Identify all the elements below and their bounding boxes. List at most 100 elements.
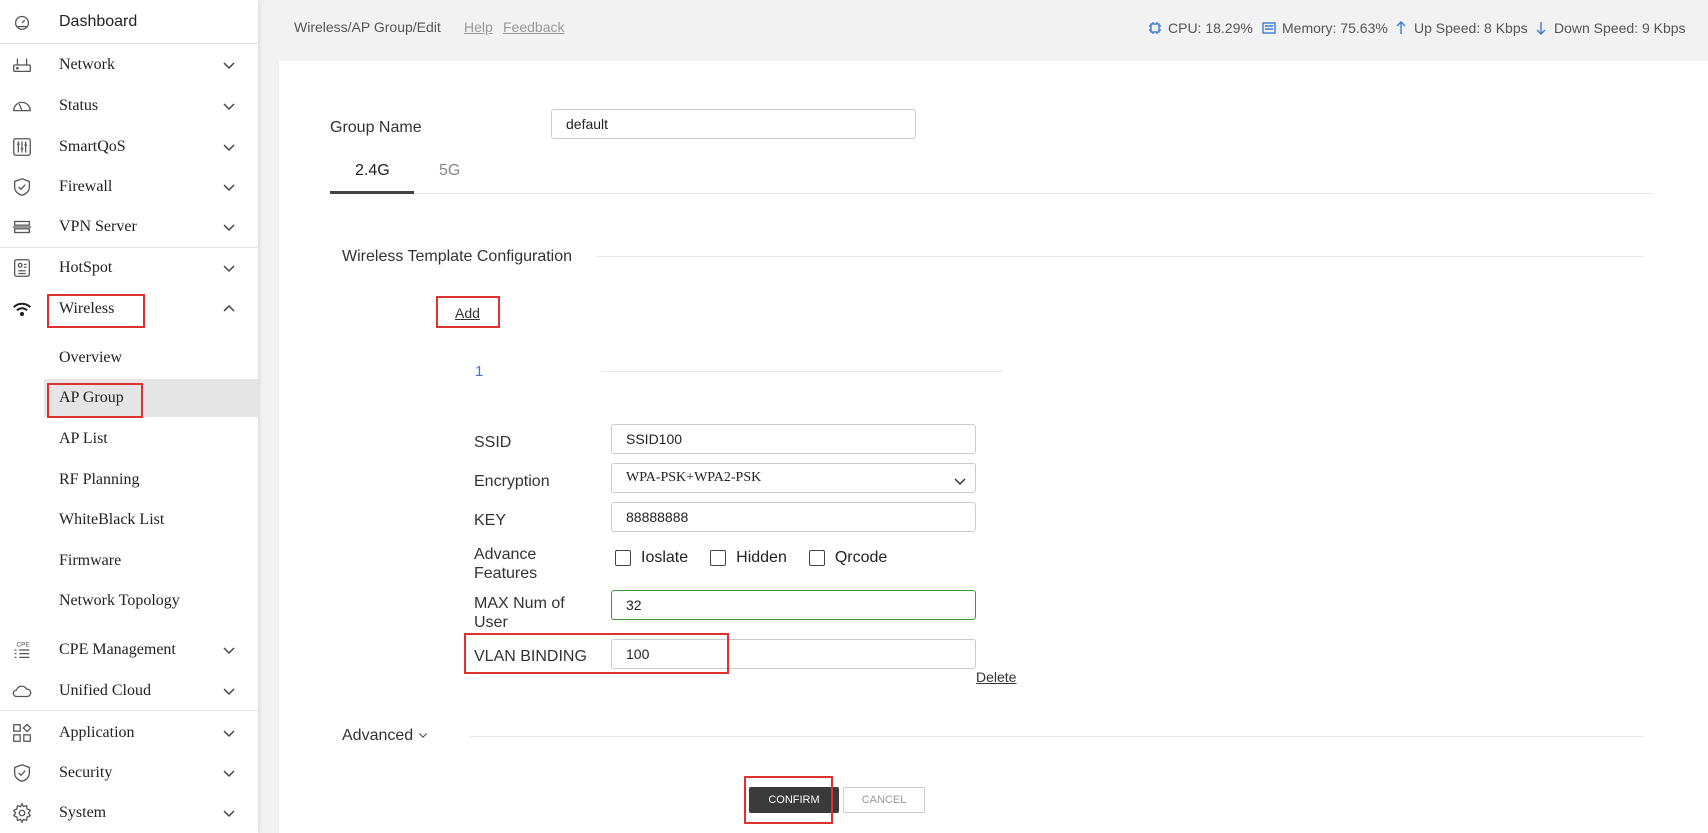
advanced-toggle[interactable]: Advanced bbox=[342, 727, 428, 745]
qrcode-label: Qrcode bbox=[834, 549, 888, 566]
key-label: KEY bbox=[474, 512, 507, 529]
security-shield-icon bbox=[10, 761, 34, 785]
active-tab-indicator bbox=[330, 191, 414, 194]
down-speed-value: Down Speed: 9 Kbps bbox=[1554, 20, 1686, 36]
vlan-binding-input[interactable]: 100 bbox=[611, 639, 976, 669]
template-index[interactable]: 1 bbox=[475, 363, 483, 380]
sidebar-item-system[interactable]: System bbox=[0, 793, 258, 833]
sidebar-item-label: CPE Management bbox=[59, 641, 176, 658]
ssid-input[interactable]: SSID100 bbox=[611, 424, 976, 454]
cpu-stat: CPU: 18.29% bbox=[1148, 20, 1253, 36]
chevron-down-icon bbox=[222, 261, 236, 275]
sidebar-item-network[interactable]: Network bbox=[0, 45, 258, 85]
sidebar-item-label: Unified Cloud bbox=[59, 682, 151, 699]
sidebar: Dashboard Network Status SmartQoS Firewa… bbox=[0, 0, 258, 833]
help-link[interactable]: Help bbox=[464, 19, 493, 35]
isolate-checkbox[interactable] bbox=[615, 550, 631, 566]
sidebar-item-application[interactable]: Application bbox=[0, 713, 258, 753]
svg-text:CPE: CPE bbox=[17, 641, 30, 648]
sidebar-item-label: Wireless bbox=[59, 300, 115, 317]
server-icon bbox=[10, 215, 34, 239]
sidebar-item-label: System bbox=[59, 804, 107, 821]
tab-divider bbox=[330, 193, 1652, 194]
vlan-binding-label: VLAN BINDING bbox=[474, 648, 587, 665]
chevron-down-icon bbox=[222, 140, 236, 154]
hidden-checkbox[interactable] bbox=[710, 550, 727, 566]
cloud-icon bbox=[10, 679, 34, 703]
sidebar-subitem-label: AP List bbox=[59, 430, 108, 447]
sidebar-subitem-firmware[interactable]: Firmware bbox=[0, 542, 258, 580]
sidebar-item-smartqos[interactable]: SmartQoS bbox=[0, 127, 258, 167]
tab-5g[interactable]: 5G bbox=[439, 162, 460, 180]
memory-icon bbox=[1262, 22, 1276, 34]
sidebar-item-wireless[interactable]: Wireless bbox=[0, 289, 258, 329]
encryption-select[interactable]: WPA-PSK+WPA2-PSK bbox=[611, 463, 976, 493]
down-speed-stat: Down Speed: 9 Kbps bbox=[1534, 20, 1686, 36]
sidebar-item-dashboard[interactable]: Dashboard bbox=[0, 2, 258, 42]
sidebar-item-label: Application bbox=[59, 724, 135, 741]
sidebar-subitem-ap-list[interactable]: AP List bbox=[0, 420, 258, 458]
chevron-down-icon bbox=[418, 733, 427, 738]
up-speed-value: Up Speed: 8 Kbps bbox=[1414, 20, 1528, 36]
chevron-down-icon bbox=[222, 726, 236, 740]
chevron-down-icon bbox=[222, 643, 236, 657]
sidebar-subitem-overview[interactable]: Overview bbox=[0, 339, 258, 377]
sidebar-subitem-label: Firmware bbox=[59, 552, 122, 569]
sliders-icon bbox=[10, 135, 34, 159]
section-divider bbox=[596, 256, 1644, 257]
template-divider bbox=[601, 371, 1003, 372]
arrow-up-icon bbox=[1396, 21, 1406, 34]
feedback-link[interactable]: Feedback bbox=[503, 19, 564, 35]
sidebar-item-security[interactable]: Security bbox=[0, 753, 258, 793]
sidebar-item-label: VPN Server bbox=[59, 218, 137, 235]
key-input[interactable]: 88888888 bbox=[611, 502, 976, 532]
advanced-label: Advanced bbox=[342, 727, 414, 744]
sidebar-item-cpe-management[interactable]: CPE CPE Management bbox=[0, 630, 258, 670]
sidebar-subitem-rf-planning[interactable]: RF Planning bbox=[0, 461, 258, 499]
section-title: Wireless Template Configuration bbox=[342, 248, 573, 265]
advanced-divider bbox=[470, 736, 1644, 737]
sidebar-divider bbox=[0, 43, 258, 44]
sidebar-subitem-label: RF Planning bbox=[59, 471, 140, 488]
apps-icon bbox=[10, 721, 34, 745]
cpu-value: CPU: 18.29% bbox=[1168, 20, 1253, 36]
cancel-button[interactable]: CANCEL bbox=[843, 787, 925, 813]
sidebar-subitem-label: AP Group bbox=[59, 389, 124, 406]
dashboard-icon bbox=[10, 10, 34, 34]
shield-icon bbox=[10, 175, 34, 199]
group-name-label: Group Name bbox=[330, 119, 422, 136]
gauge-icon bbox=[10, 94, 34, 118]
router-icon bbox=[10, 53, 34, 77]
delete-button[interactable]: Delete bbox=[976, 669, 1016, 685]
chevron-down-icon bbox=[953, 471, 967, 486]
arrow-down-icon bbox=[1536, 22, 1546, 35]
hotspot-icon bbox=[10, 256, 34, 280]
chevron-down-icon bbox=[222, 684, 236, 698]
memory-value: Memory: 75.63% bbox=[1282, 20, 1388, 36]
sidebar-item-hotspot[interactable]: HotSpot bbox=[0, 248, 258, 288]
sidebar-subitem-whiteblack-list[interactable]: WhiteBlack List bbox=[0, 501, 258, 539]
sidebar-item-vpn-server[interactable]: VPN Server bbox=[0, 207, 258, 247]
sidebar-subitem-ap-group[interactable]: AP Group bbox=[44, 379, 258, 417]
tab-2-4g[interactable]: 2.4G bbox=[355, 162, 390, 180]
sidebar-item-label: Security bbox=[59, 764, 113, 781]
chevron-down-icon bbox=[222, 58, 236, 72]
sidebar-item-unified-cloud[interactable]: Unified Cloud bbox=[0, 671, 258, 711]
qrcode-checkbox[interactable] bbox=[808, 550, 825, 566]
advance-features-group: Ioslate Hidden Qrcode bbox=[615, 549, 909, 567]
max-user-input[interactable]: 32 bbox=[611, 590, 976, 620]
up-speed-stat: Up Speed: 8 Kbps bbox=[1394, 20, 1528, 36]
max-user-label-line1: MAX Num of bbox=[474, 595, 565, 612]
main-panel: Group Name default 2.4G 5G Wireless Temp… bbox=[279, 61, 1708, 833]
sidebar-subitem-network-topology[interactable]: Network Topology bbox=[0, 582, 258, 620]
sidebar-item-status[interactable]: Status bbox=[0, 86, 258, 126]
group-name-input[interactable]: default bbox=[551, 109, 916, 139]
sidebar-item-label: Network bbox=[59, 56, 115, 73]
confirm-button[interactable]: CONFIRM bbox=[749, 787, 839, 813]
encryption-label: Encryption bbox=[474, 473, 550, 490]
add-button[interactable]: Add bbox=[455, 305, 480, 321]
advance-features-label-line1: Advance bbox=[474, 546, 537, 563]
gear-icon bbox=[10, 801, 34, 825]
sidebar-subitem-label: Network Topology bbox=[59, 592, 180, 609]
sidebar-item-firewall[interactable]: Firewall bbox=[0, 167, 258, 207]
